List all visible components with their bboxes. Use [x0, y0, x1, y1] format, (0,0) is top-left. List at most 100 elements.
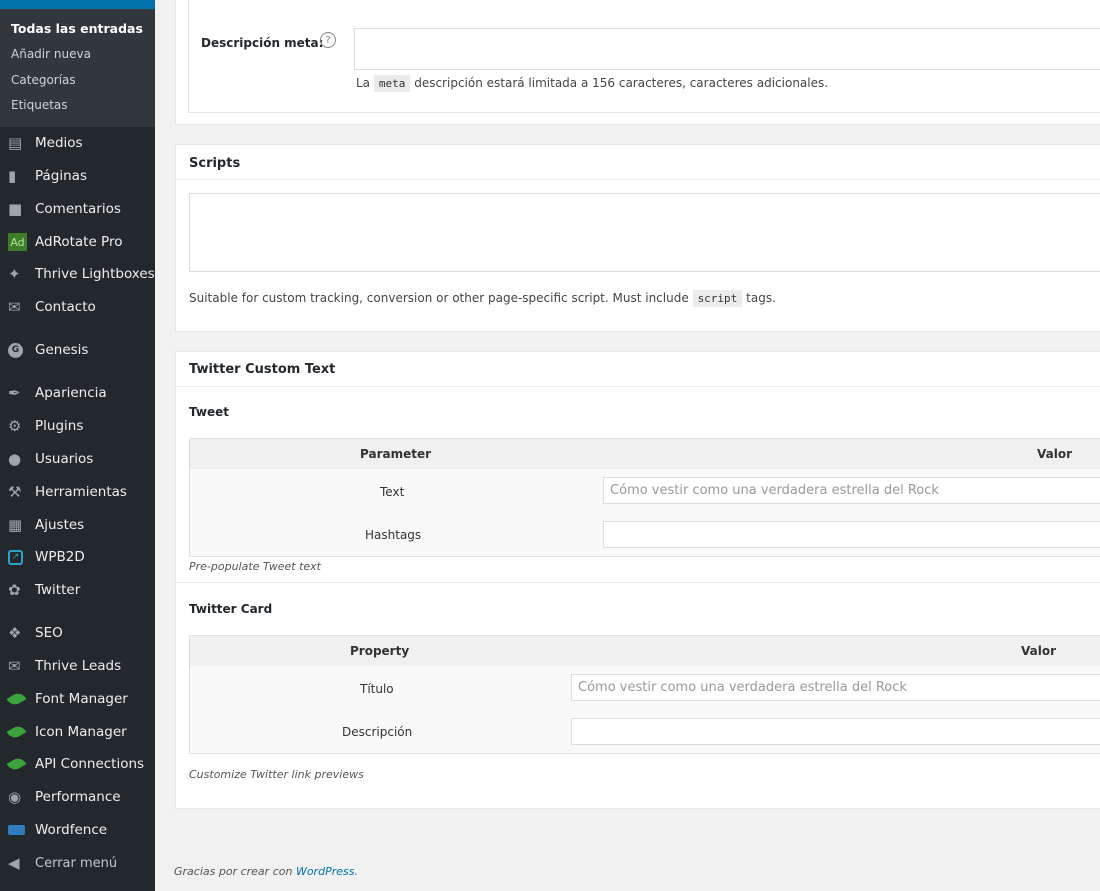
sidebar-item-label: WPB2D: [35, 549, 85, 565]
meta-description-help: La meta descripción estará limitada a 15…: [356, 75, 828, 92]
row-label-title: Título: [360, 682, 394, 696]
media-icon: ▤: [8, 133, 23, 152]
column-header-value: Valor: [1021, 644, 1057, 658]
meta-description-label: Descripción meta:: [201, 36, 324, 50]
admin-sidebar: Todas las entradas Añadir nueva Categorí…: [0, 0, 155, 891]
sidebar-item-twitter[interactable]: ✿ Twitter: [0, 574, 155, 606]
sidebar-item-contact[interactable]: ✉ Contacto: [0, 291, 155, 323]
user-icon: ●: [8, 449, 22, 468]
twitter-panel-title: Twitter Custom Text: [189, 362, 336, 377]
sidebar-item-font-manager[interactable]: Font Manager: [0, 683, 155, 715]
collapse-menu-label: Cerrar menú: [35, 855, 118, 871]
scripts-title: Scripts: [189, 156, 241, 171]
panel-divider: [176, 582, 1100, 583]
genesis-icon: G: [0, 342, 35, 358]
sidebar-item-label: Apariencia: [35, 385, 107, 401]
column-header-parameter: Parameter: [360, 447, 432, 461]
sidebar-item-wpb2d[interactable]: ↗ WPB2D: [0, 541, 155, 573]
footer-text: .: [354, 865, 358, 878]
sidebar-item-thrive-lightboxes[interactable]: ✦ Thrive Lightboxes: [0, 258, 155, 290]
sidebar-item-media[interactable]: ▤ Medios: [0, 127, 155, 159]
sidebar-item-label: Páginas: [35, 168, 87, 184]
sidebar-item-label: Font Manager: [35, 691, 128, 707]
sidebar-item-label: Medios: [35, 135, 83, 151]
adrotate-icon: Ad: [0, 233, 35, 251]
admin-footer: Gracias por crear con WordPress.: [174, 865, 358, 878]
card-title-input[interactable]: Cómo vestir como una verdadera estrella …: [571, 674, 1100, 701]
table-header: Property Valor: [190, 636, 1100, 666]
desc-text: tags.: [746, 291, 776, 305]
sidebar-item-plugins[interactable]: ⚙ Plugins: [0, 410, 155, 442]
column-header-value: Valor: [1037, 447, 1073, 461]
sidebar-item-comments[interactable]: ■ Comentarios: [0, 193, 155, 225]
sidebar-item-api-connections[interactable]: API Connections: [0, 748, 155, 780]
adrotate-icon-text: Ad: [8, 233, 27, 251]
pin-icon: ✦: [8, 264, 21, 283]
sidebar-item-label: Thrive Lightboxes: [35, 266, 155, 282]
submenu-all-posts[interactable]: Todas las entradas: [11, 21, 143, 36]
main-content: Descripción meta: ? La meta descripción …: [155, 0, 1100, 891]
desc-text: La: [356, 76, 371, 90]
twitter-card-note: Customize Twitter link previews: [189, 768, 364, 781]
submenu-add-new[interactable]: Añadir nueva: [11, 47, 91, 61]
submenu-tags[interactable]: Etiquetas: [11, 98, 68, 112]
twitter-card-heading: Twitter Card: [189, 602, 273, 616]
sidebar-item-label: SEO: [35, 625, 63, 641]
wordpress-link[interactable]: WordPress: [296, 865, 355, 878]
sidebar-item-seo[interactable]: ❖ SEO: [0, 617, 155, 649]
sidebar-item-genesis[interactable]: G Genesis: [0, 334, 155, 366]
sidebar-item-label: Twitter: [35, 582, 81, 598]
collapse-icon: ◀: [8, 853, 20, 872]
meta-description-input[interactable]: [354, 28, 1100, 70]
tweet-hashtags-input[interactable]: [603, 521, 1100, 548]
panel-divider: [176, 179, 1100, 180]
sidebar-item-appearance[interactable]: ✒ Apariencia: [0, 377, 155, 409]
sidebar-item-icon-manager[interactable]: Icon Manager: [0, 716, 155, 748]
row-label-hashtags: Hashtags: [365, 528, 422, 542]
footer-text: Gracias por crear con: [174, 865, 293, 878]
sidebar-item-performance[interactable]: ◉ Performance: [0, 781, 155, 813]
desc-text: Suitable for custom tracking, conversion…: [189, 291, 689, 305]
column-header-property: Property: [350, 644, 410, 658]
sidebar-item-label: Ajustes: [35, 517, 85, 533]
sidebar-item-label: Contacto: [35, 299, 96, 315]
row-label-text: Text: [380, 485, 405, 499]
sidebar-item-label: Thrive Leads: [35, 658, 122, 674]
scripts-panel: Scripts Suitable for custom tracking, co…: [175, 144, 1100, 332]
twitter-panel: Twitter Custom Text Tweet Parameter Valo…: [175, 351, 1100, 809]
sidebar-item-label: Wordfence: [35, 822, 108, 838]
tweet-heading: Tweet: [189, 405, 229, 419]
sidebar-item-label: Genesis: [35, 342, 89, 358]
sidebar-item-pages[interactable]: ▮ Páginas: [0, 160, 155, 192]
sidebar-item-thrive-leads[interactable]: ✉ Thrive Leads: [0, 650, 155, 682]
sidebar-item-users[interactable]: ● Usuarios: [0, 443, 155, 475]
panel-divider: [176, 386, 1100, 387]
wpb2d-icon: ↗: [0, 549, 35, 565]
leaf-icon: [0, 690, 35, 708]
sidebar-item-adrotate[interactable]: Ad AdRotate Pro: [0, 226, 155, 258]
leaf-icon: [0, 723, 35, 741]
desc-code: meta: [373, 75, 411, 92]
mail-icon: ✉: [8, 297, 21, 316]
desc-text: descripción estará limitada a 156 caract…: [414, 76, 829, 90]
sidebar-item-label: Plugins: [35, 418, 84, 434]
table-header: Parameter Valor: [190, 439, 1100, 469]
tweet-note: Pre-populate Tweet text: [189, 560, 321, 573]
plugin-icon: ⚙: [8, 416, 22, 435]
card-description-input[interactable]: [571, 718, 1100, 745]
thrive-leads-icon: ✉: [8, 656, 21, 675]
row-label-description: Descripción: [342, 725, 413, 739]
wordfence-icon: [0, 825, 35, 835]
sidebar-item-tools[interactable]: ⚒ Herramientas: [0, 476, 155, 508]
tweet-text-input[interactable]: Cómo vestir como una verdadera estrella …: [603, 477, 1100, 504]
sidebar-item-settings[interactable]: ▦ Ajustes: [0, 509, 155, 541]
leaf-icon: [0, 755, 35, 773]
submenu-categories[interactable]: Categorías: [11, 73, 76, 87]
performance-icon: ◉: [8, 787, 22, 806]
scripts-textarea[interactable]: [189, 193, 1100, 272]
sidebar-item-label: API Connections: [35, 756, 145, 772]
help-icon[interactable]: ?: [320, 32, 336, 48]
sidebar-top-accent: [0, 0, 155, 9]
sidebar-item-wordfence[interactable]: Wordfence: [0, 814, 155, 846]
collapse-menu-button[interactable]: ◀ Cerrar menú: [0, 847, 155, 879]
